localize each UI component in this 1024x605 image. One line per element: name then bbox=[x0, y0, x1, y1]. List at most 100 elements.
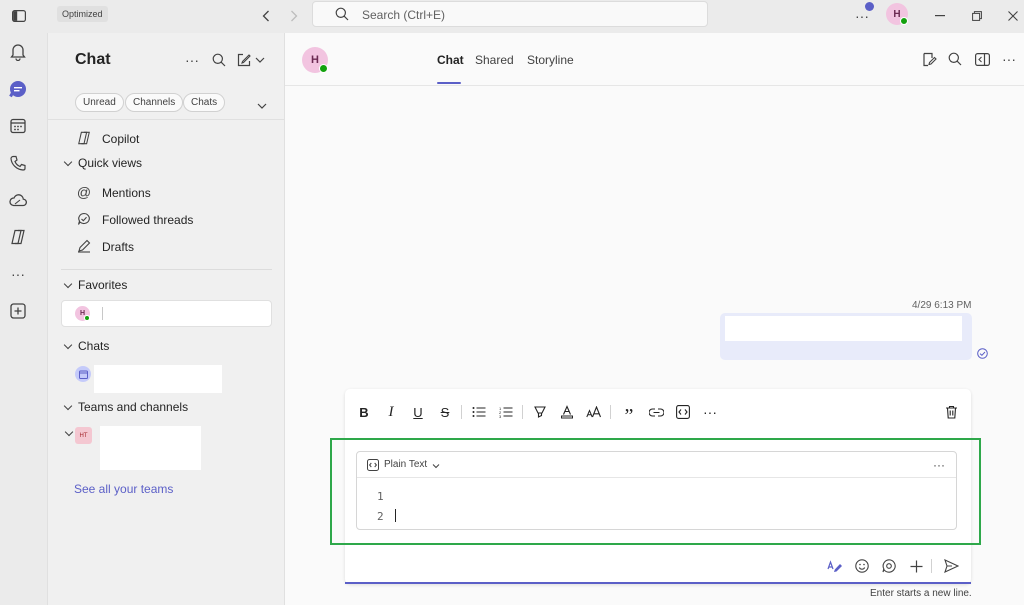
add-icon[interactable] bbox=[907, 557, 925, 575]
font-size-icon[interactable] bbox=[585, 403, 603, 421]
sidebar-item-copilot[interactable]: Copilot bbox=[48, 130, 285, 152]
more-options-icon[interactable]: ··· bbox=[1001, 51, 1017, 67]
search-placeholder: Search (Ctrl+E) bbox=[362, 8, 446, 22]
search-icon[interactable] bbox=[947, 51, 963, 67]
loop-component-icon[interactable] bbox=[880, 557, 898, 575]
message-content-redacted bbox=[725, 316, 962, 341]
link-icon[interactable] bbox=[647, 403, 665, 421]
drafts-pen-icon bbox=[76, 238, 92, 254]
calendar-icon[interactable] bbox=[8, 116, 28, 136]
onedrive-cloud-icon[interactable] bbox=[8, 190, 28, 210]
chat-pane-title: Chat bbox=[75, 51, 111, 68]
see-all-teams-link[interactable]: See all your teams bbox=[74, 482, 173, 496]
search-icon bbox=[335, 7, 349, 21]
trash-icon[interactable] bbox=[942, 403, 960, 421]
add-app-icon[interactable] bbox=[8, 301, 28, 321]
search-box[interactable]: Search (Ctrl+E) bbox=[312, 1, 708, 27]
section-chats[interactable]: Chats bbox=[63, 339, 109, 353]
emoji-icon[interactable] bbox=[853, 557, 871, 575]
compose-box: B I U S 123 ” ··· Plain Text ··· 1 2 bbox=[330, 389, 981, 584]
sidebar-item-followed-threads[interactable]: Followed threads bbox=[48, 211, 285, 233]
toolbar-separator bbox=[522, 405, 523, 419]
message-timestamp: 4/29 6:13 PM bbox=[912, 300, 972, 311]
bulleted-list-icon[interactable] bbox=[470, 403, 488, 421]
font-color-icon[interactable] bbox=[558, 403, 576, 421]
chat-list-item[interactable] bbox=[48, 365, 285, 393]
section-label: Quick views bbox=[78, 156, 143, 170]
code-snippet-icon[interactable] bbox=[674, 403, 692, 421]
tab-storyline[interactable]: Storyline bbox=[527, 53, 574, 67]
copilot-icon[interactable] bbox=[8, 227, 28, 247]
minimize-icon[interactable] bbox=[930, 6, 950, 26]
svg-text:3: 3 bbox=[499, 414, 502, 418]
followed-threads-icon bbox=[76, 211, 92, 227]
chevron-down-icon bbox=[255, 57, 265, 63]
section-quick-views[interactable]: Quick views bbox=[63, 156, 143, 170]
favorite-chat-item[interactable]: H bbox=[61, 300, 272, 327]
sent-check-icon bbox=[977, 348, 988, 359]
search-icon[interactable] bbox=[210, 51, 228, 69]
copilot-icon bbox=[76, 130, 92, 146]
section-label: Favorites bbox=[78, 278, 128, 292]
sidebar-toggle-icon[interactable] bbox=[9, 6, 29, 26]
toolbar-separator bbox=[931, 559, 932, 573]
new-chat-button[interactable] bbox=[236, 51, 266, 69]
tab-shared[interactable]: Shared bbox=[475, 53, 514, 67]
contact-avatar[interactable]: H bbox=[302, 47, 328, 73]
text-cursor bbox=[102, 307, 103, 320]
activity-bell-icon[interactable] bbox=[8, 42, 28, 62]
more-formatting-icon[interactable]: ··· bbox=[701, 403, 719, 421]
filter-unread[interactable]: Unread bbox=[75, 93, 124, 112]
user-avatar[interactable]: H bbox=[886, 3, 908, 25]
presence-available-icon bbox=[319, 64, 328, 73]
chat-list-pane: Chat ··· Unread Channels Chats Copilot Q… bbox=[48, 33, 285, 605]
sent-message-bubble[interactable] bbox=[720, 313, 972, 360]
section-teams-and-channels[interactable]: Teams and channels bbox=[63, 400, 188, 414]
tab-chat[interactable]: Chat bbox=[437, 53, 464, 67]
filter-chats[interactable]: Chats bbox=[183, 93, 226, 112]
sidebar-item-mentions[interactable]: @ Mentions bbox=[48, 184, 285, 206]
filters-chevron-down-icon[interactable] bbox=[257, 97, 267, 115]
code-block[interactable]: Plain Text ··· 1 2 bbox=[356, 451, 957, 530]
title-bar: Optimized Search (Ctrl+E) ··· H bbox=[0, 0, 1024, 33]
numbered-list-icon[interactable]: 123 bbox=[497, 403, 515, 421]
copilot-rewrite-icon[interactable] bbox=[826, 557, 844, 575]
team-avatar-initials: HT bbox=[79, 432, 88, 439]
chevron-down-icon bbox=[64, 427, 74, 437]
quote-icon[interactable]: ” bbox=[620, 403, 638, 427]
send-icon[interactable] bbox=[942, 557, 960, 575]
highlight-icon[interactable] bbox=[531, 403, 549, 421]
more-options-icon[interactable]: ··· bbox=[183, 51, 201, 69]
chevron-down-icon bbox=[63, 279, 73, 288]
text-caret bbox=[395, 509, 396, 522]
filter-channels[interactable]: Channels bbox=[125, 93, 184, 112]
toolbar-separator bbox=[610, 405, 611, 419]
compose-icon bbox=[237, 53, 251, 67]
code-block-more-icon[interactable]: ··· bbox=[933, 458, 945, 472]
close-icon[interactable] bbox=[1003, 6, 1023, 26]
notes-edit-icon[interactable] bbox=[921, 51, 937, 67]
team-item[interactable]: HT bbox=[48, 426, 285, 470]
meeting-chat-icon bbox=[75, 366, 91, 382]
strikethrough-icon[interactable]: S bbox=[436, 403, 454, 421]
chat-app-icon[interactable] bbox=[8, 79, 28, 99]
code-language-select[interactable]: Plain Text bbox=[384, 459, 427, 470]
underline-icon[interactable]: U bbox=[409, 403, 427, 421]
italic-icon[interactable]: I bbox=[382, 403, 400, 421]
back-arrow-icon[interactable] bbox=[256, 6, 276, 26]
optimized-badge: Optimized bbox=[57, 6, 108, 22]
more-apps-icon[interactable]: ··· bbox=[8, 264, 28, 284]
app-rail: ··· bbox=[0, 33, 48, 605]
line-number: 2 bbox=[377, 510, 384, 523]
calls-phone-icon[interactable] bbox=[8, 153, 28, 173]
bold-icon[interactable]: B bbox=[355, 403, 373, 421]
contact-avatar-initial: H bbox=[311, 54, 319, 66]
open-side-panel-icon[interactable] bbox=[974, 51, 990, 67]
restore-icon[interactable] bbox=[967, 6, 987, 26]
forward-arrow-icon[interactable] bbox=[284, 6, 304, 26]
section-favorites[interactable]: Favorites bbox=[63, 278, 128, 292]
toolbar-separator bbox=[461, 405, 462, 419]
chevron-down-icon[interactable] bbox=[432, 463, 440, 469]
at-sign-icon: @ bbox=[76, 184, 92, 200]
sidebar-item-drafts[interactable]: Drafts bbox=[48, 238, 285, 260]
